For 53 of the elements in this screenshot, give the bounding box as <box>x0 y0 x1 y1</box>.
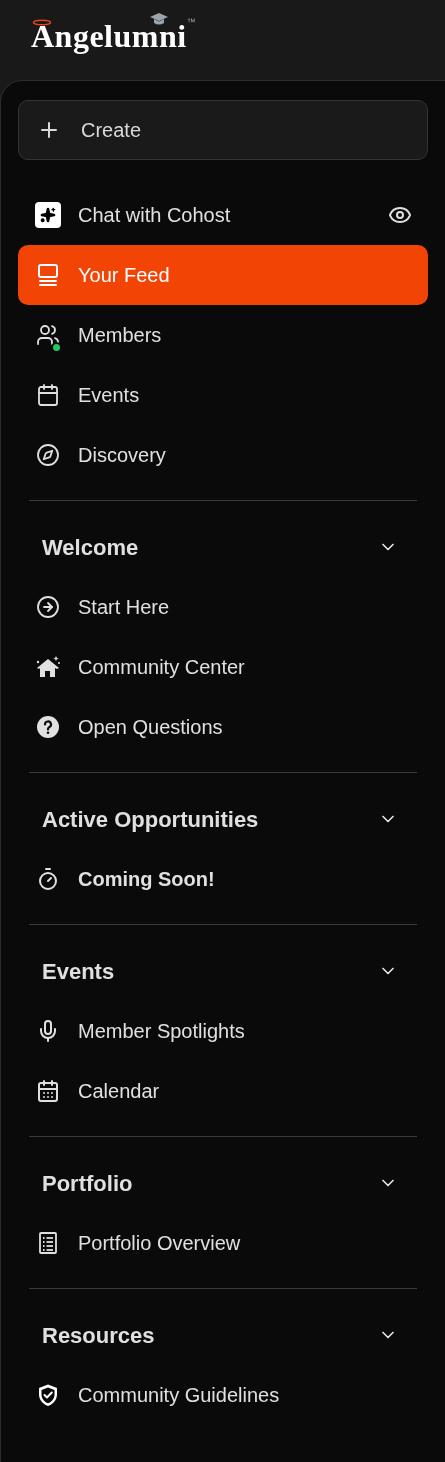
section-title: Active Opportunities <box>42 805 260 834</box>
nav-label: Open Questions <box>78 715 223 740</box>
compass-icon <box>36 443 60 467</box>
calendar-icon <box>36 383 60 407</box>
graduation-cap-icon <box>150 13 168 25</box>
nav-item[interactable]: Community Center <box>18 637 428 697</box>
nav-label: Community Guidelines <box>78 1383 280 1408</box>
house-sparkle-icon <box>35 655 61 679</box>
nav-label: Portfolio Overview <box>78 1231 241 1256</box>
nav-item[interactable]: Discovery <box>18 425 428 485</box>
nav-item[interactable]: Chat with Cohost <box>18 185 428 245</box>
section-title: Welcome <box>42 533 140 562</box>
section-title: Events <box>42 957 116 986</box>
section-header[interactable]: Active Opportunities <box>18 789 428 849</box>
help-icon <box>36 715 60 739</box>
nav-label: Calendar <box>78 1079 160 1104</box>
stopwatch-icon <box>36 867 60 891</box>
nav-item[interactable]: Portfolio Overview <box>18 1213 428 1273</box>
section-title: Resources <box>42 1321 156 1350</box>
create-button[interactable]: Create <box>18 100 428 160</box>
section-header[interactable]: Welcome <box>18 517 428 577</box>
nav-item[interactable]: Community Guidelines <box>18 1365 428 1425</box>
halo-icon <box>32 19 52 26</box>
section-header[interactable]: Portfolio <box>18 1153 428 1213</box>
nav-label: Members <box>78 323 163 348</box>
calendar-icon <box>36 1079 60 1103</box>
nav-label: Discovery <box>78 443 167 468</box>
nav-label: Coming Soon! <box>78 867 215 892</box>
section-header[interactable]: Resources <box>18 1305 428 1365</box>
feed-icon <box>36 263 60 287</box>
trademark-mark: ™ <box>186 16 196 29</box>
nav-label: Start Here <box>78 595 170 620</box>
nav-item[interactable]: Calendar <box>18 1061 428 1121</box>
list-document-icon <box>36 1231 60 1255</box>
logo-wordmark[interactable]: Angelumni <box>31 12 187 60</box>
nav-label: Your Feed <box>78 263 171 288</box>
nav-item[interactable]: Member Spotlights <box>18 1001 428 1061</box>
arrow-circle-icon <box>36 595 60 619</box>
nav-item[interactable]: Your Feed <box>18 245 428 305</box>
nav-item[interactable]: Events <box>18 365 428 425</box>
nav-item[interactable]: Coming Soon! <box>18 849 428 909</box>
nav-label: Events <box>78 383 141 408</box>
nav-item[interactable]: Members <box>18 305 428 365</box>
nav-label: Community Center <box>78 655 245 680</box>
section-title: Portfolio <box>42 1169 134 1198</box>
nav-label: Chat with Cohost <box>78 203 232 228</box>
section-header[interactable]: Events <box>18 941 428 1001</box>
nav-item[interactable]: Start Here <box>18 577 428 637</box>
users-icon <box>36 323 60 347</box>
sparkles-icon <box>35 202 61 228</box>
shield-check-icon <box>36 1383 60 1407</box>
nav-label: Member Spotlights <box>78 1019 245 1044</box>
nav-item[interactable]: Open Questions <box>18 697 428 757</box>
